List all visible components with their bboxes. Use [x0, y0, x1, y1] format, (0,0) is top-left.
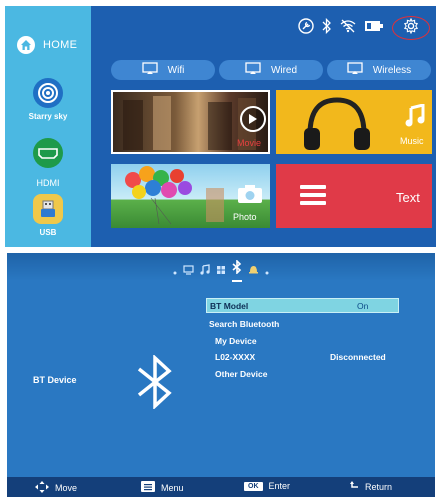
battery-icon [364, 19, 384, 37]
music-note-icon[interactable] [200, 262, 210, 280]
return-arrow-icon [350, 481, 359, 492]
cast-icon [245, 62, 261, 78]
sidebar-item-usb[interactable]: USB [5, 194, 91, 237]
search-bluetooth-item[interactable]: Search Bluetooth [209, 319, 279, 329]
bt-model-row[interactable]: BT Model On [206, 298, 399, 313]
footer-menu: Menu [141, 481, 184, 494]
cast-icon [347, 62, 363, 78]
launcher-screen: HOME Starry sky HDMI USB Wifi Wired Wire… [5, 6, 436, 247]
bt-footer: Move Menu OK Enter Return [7, 477, 435, 497]
status-bar [298, 16, 430, 40]
wifi-off-icon[interactable] [340, 19, 356, 38]
dot-icon [265, 262, 269, 280]
sidebar-item-label: USB [39, 228, 57, 237]
bt-model-label: BT Model [210, 301, 249, 311]
settings-category-icons [173, 259, 269, 282]
music-tile[interactable]: Music [276, 90, 432, 154]
play-icon [240, 106, 266, 132]
list-icon [300, 184, 326, 211]
bell-icon[interactable] [248, 262, 259, 280]
wifi-button[interactable]: Wifi [111, 60, 215, 80]
bt-device-label: BT Device [33, 375, 77, 385]
bluetooth-icon [232, 259, 242, 278]
headphones-icon [300, 94, 374, 154]
launcher-sidebar: HOME Starry sky HDMI USB [5, 6, 91, 247]
footer-move-label: Move [55, 483, 78, 493]
footer-enter-label: Enter [268, 481, 291, 491]
movie-tile-label: Movie [237, 138, 262, 148]
home-icon [17, 36, 35, 54]
footer-return: Return [350, 481, 392, 492]
arrows-icon [35, 481, 49, 495]
wireless-button[interactable]: Wireless [327, 60, 431, 80]
bluetooth-icon[interactable] [322, 17, 332, 39]
bt-top-bar [7, 253, 435, 282]
menu-key-icon [141, 481, 155, 494]
grid-icon[interactable] [216, 262, 226, 280]
sidebar-item-hdmi[interactable]: HDMI [5, 138, 91, 188]
paired-device-item[interactable]: L02-XXXX [215, 352, 255, 362]
hdmi-icon [33, 138, 63, 168]
device-status: Disconnected [330, 352, 386, 362]
bluetooth-large-icon [135, 353, 175, 414]
monitor-icon[interactable] [183, 262, 194, 280]
other-device-item[interactable]: Other Device [215, 369, 267, 379]
movie-tile[interactable]: Movie [111, 90, 270, 154]
text-tile-label: Text [396, 190, 420, 205]
starry-sky-icon [33, 78, 63, 108]
gear-icon [403, 17, 419, 39]
photo-tile[interactable]: Photo [111, 164, 270, 228]
wireless-button-label: Wireless [372, 64, 412, 76]
tools-icon[interactable] [298, 17, 314, 39]
dot-icon [173, 262, 177, 280]
footer-return-label: Return [365, 481, 393, 492]
camera-icon [237, 184, 263, 209]
my-device-item[interactable]: My Device [215, 336, 257, 346]
music-tile-label: Music [400, 136, 424, 146]
footer-move: Move [35, 481, 77, 495]
wifi-button-label: Wifi [167, 64, 185, 76]
bluetooth-tab[interactable] [232, 259, 242, 282]
ok-key-icon: OK [244, 481, 263, 491]
footer-enter: OK Enter [244, 481, 290, 491]
usb-icon [33, 194, 63, 224]
wired-button-label: Wired [270, 64, 298, 76]
settings-button[interactable] [392, 16, 430, 40]
music-note-icon [404, 103, 426, 133]
launcher-main: Wifi Wired Wireless Movie Music Photo Te… [91, 6, 436, 247]
sidebar-item-starry-sky[interactable]: Starry sky [5, 78, 91, 121]
sidebar-item-label: HDMI [36, 178, 60, 188]
cast-icon [142, 62, 158, 78]
bt-settings-screen: BT Device BT Model On Search Bluetooth M… [7, 253, 435, 497]
home-label: HOME [43, 39, 78, 51]
home-button[interactable]: HOME [17, 36, 77, 54]
photo-tile-label: Photo [233, 212, 257, 222]
wired-button[interactable]: Wired [219, 60, 323, 80]
footer-menu-label: Menu [161, 482, 184, 493]
sidebar-item-label: Starry sky [28, 112, 68, 121]
text-tile[interactable]: Text [276, 164, 432, 228]
bt-model-value: On [357, 301, 369, 311]
